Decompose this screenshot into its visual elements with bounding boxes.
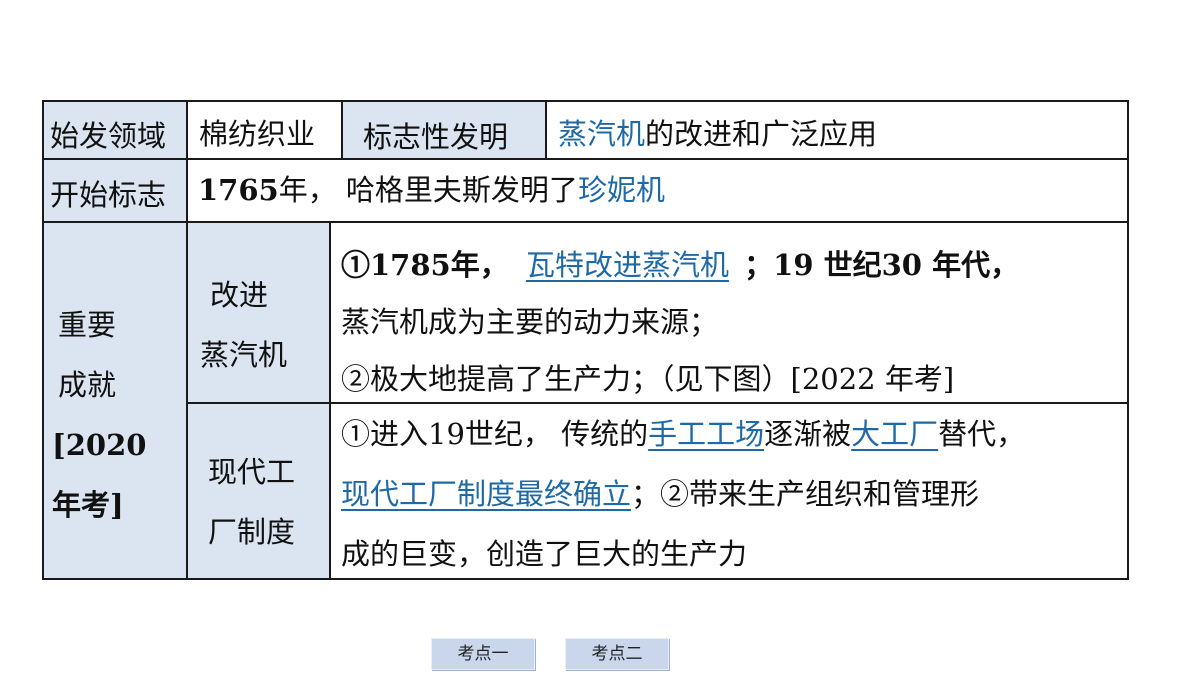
label-origin-field-text: 始发领域 xyxy=(50,119,167,153)
landmark-invention-value: 蒸汽机的改进和广泛应用 xyxy=(547,102,1127,160)
start-mark-value: 1765年， 哈格里夫斯发明了珍妮机 xyxy=(188,160,1127,223)
factory-gradually-text: 逐渐被 xyxy=(764,417,852,451)
start-year: 1765 xyxy=(198,173,279,207)
achievements-line-3: [2020 xyxy=(52,428,147,462)
big-factory-highlight: 大工厂 xyxy=(851,417,939,451)
steam-label-line-1: 改进 xyxy=(210,278,269,312)
nav-button-point-2-label: 考点二 xyxy=(591,644,643,664)
nav-button-point-1-label: 考点一 xyxy=(457,644,509,664)
steam-engine-content: ①1785年， 瓦特改进蒸汽机 ；19 世纪30 年代， 蒸汽机成为主要的动力来… xyxy=(331,223,1127,404)
start-text: 年， 哈格里夫斯发明了 xyxy=(278,173,578,207)
watt-improvement-highlight: 瓦特改进蒸汽机 xyxy=(525,248,729,282)
factory-label-line-1: 现代工 xyxy=(208,455,296,489)
label-origin-field: 始发领域 xyxy=(44,102,188,160)
steam-line-2: 蒸汽机成为主要的动力来源； xyxy=(341,305,719,339)
label-achievements: 重要 成就 [2020 年考] xyxy=(44,223,188,578)
label-steam-engine: 改进 蒸汽机 xyxy=(188,223,331,404)
achievements-line-4: 年考] xyxy=(52,488,124,522)
achievements-line-1: 重要 xyxy=(58,308,117,342)
invention-highlight: 蒸汽机 xyxy=(558,117,646,151)
label-modern-factory: 现代工 厂制度 xyxy=(188,404,331,578)
steam-year-text: ①1785年， xyxy=(341,248,509,282)
factory-label-line-2: 厂制度 xyxy=(208,515,296,549)
origin-field-text: 棉纺织业 xyxy=(199,117,316,151)
label-start-mark-text: 开始标志 xyxy=(50,178,167,212)
factory-line-1: ①进入19世纪， 传统的手工工场逐渐被大工厂替代， xyxy=(341,404,1127,464)
factory-line-3: 成的巨变，创造了巨大的生产力 xyxy=(341,537,748,571)
modern-factory-content: ①进入19世纪， 传统的手工工场逐渐被大工厂替代， 现代工厂制度最终确立；②带来… xyxy=(331,404,1127,578)
factory-19c-text: ①进入19世纪， 传统的 xyxy=(341,417,649,451)
achievements-line-2: 成就 xyxy=(58,368,117,402)
factory-system-highlight: 现代工厂制度最终确立 xyxy=(341,477,632,511)
workshop-highlight: 手工工场 xyxy=(648,417,765,451)
origin-field-value: 棉纺织业 xyxy=(188,102,343,160)
steam-line-3: ②极大地提高了生产力；（见下图）[2022 年考] xyxy=(341,362,955,396)
steam-1830s-text: ；19 世纪30 年代， xyxy=(744,248,1020,282)
jenny-highlight: 珍妮机 xyxy=(577,173,665,207)
invention-rest: 的改进和广泛应用 xyxy=(645,117,878,151)
factory-replace-text: 替代， xyxy=(938,417,1026,451)
steam-line-1: ①1785年， 瓦特改进蒸汽机 ；19 世纪30 年代， xyxy=(341,237,1127,294)
nav-button-point-1[interactable]: 考点一 xyxy=(431,638,535,670)
nav-button-point-2[interactable]: 考点二 xyxy=(565,638,669,670)
summary-table: 始发领域 棉纺织业 标志性发明 蒸汽机的改进和广泛应用 开始标志 1765年， … xyxy=(42,100,1129,580)
factory-line-2: 现代工厂制度最终确立；②带来生产组织和管理形 xyxy=(341,464,1127,524)
label-landmark-invention-text: 标志性发明 xyxy=(363,120,509,154)
label-start-mark: 开始标志 xyxy=(44,160,188,223)
steam-label-line-2: 蒸汽机 xyxy=(200,338,288,372)
label-landmark-invention: 标志性发明 xyxy=(343,102,547,160)
factory-change-text: ；②带来生产组织和管理形 xyxy=(631,477,980,511)
